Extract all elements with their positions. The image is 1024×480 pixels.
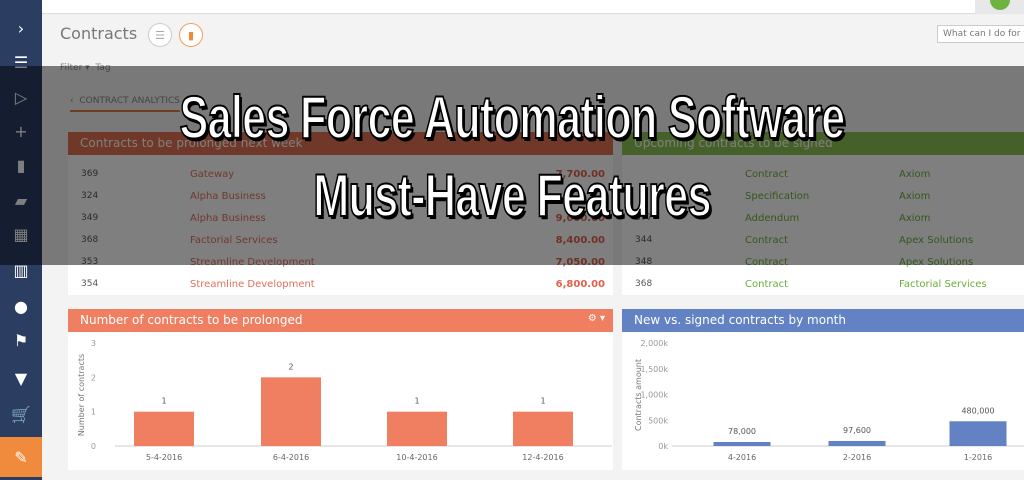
x-tick-label: 10-4-2016: [396, 453, 437, 462]
data-label: 2: [288, 362, 293, 371]
bar: [513, 411, 573, 446]
x-tick-label: 4-2016: [728, 453, 756, 462]
data-label: 97,600: [843, 426, 871, 435]
y-tick-label: 1,000k: [640, 391, 668, 400]
data-label: 480,000: [961, 406, 994, 415]
y-tick-label: 500k: [648, 416, 668, 425]
y-tick-label: 2,000k: [640, 339, 668, 348]
overlay-title-line1: Sales Force Automation Software: [179, 84, 846, 151]
bar: [713, 441, 771, 446]
title-overlay: Sales Force Automation Software Must-Hav…: [0, 66, 1024, 265]
bar: [387, 411, 447, 446]
y-tick-label: 1: [91, 408, 96, 417]
x-tick-label: 6-4-2016: [273, 453, 309, 462]
data-label: 1: [414, 397, 419, 406]
y-tick-label: 3: [91, 339, 96, 348]
data-label: 78,000: [728, 427, 756, 436]
bar: [134, 411, 194, 446]
bar: [949, 421, 1007, 446]
data-label: 1: [161, 397, 166, 406]
x-tick-label: 2-2016: [843, 453, 871, 462]
bar: [828, 440, 886, 446]
x-tick-label: 1-2016: [964, 453, 992, 462]
bar: [261, 377, 321, 446]
data-label: 1: [540, 397, 545, 406]
y-tick-label: 2: [91, 373, 96, 382]
y-tick-label: 1,500k: [640, 365, 668, 374]
y-tick-label: 0k: [658, 442, 668, 451]
overlay-title-line2: Must-Have Features: [312, 162, 712, 229]
x-tick-label: 5-4-2016: [146, 453, 182, 462]
y-tick-label: 0: [91, 442, 96, 451]
y-axis-label: Contracts amount: [634, 359, 643, 431]
x-tick-label: 12-4-2016: [522, 453, 563, 462]
y-axis-label: Number of contracts: [77, 354, 86, 436]
